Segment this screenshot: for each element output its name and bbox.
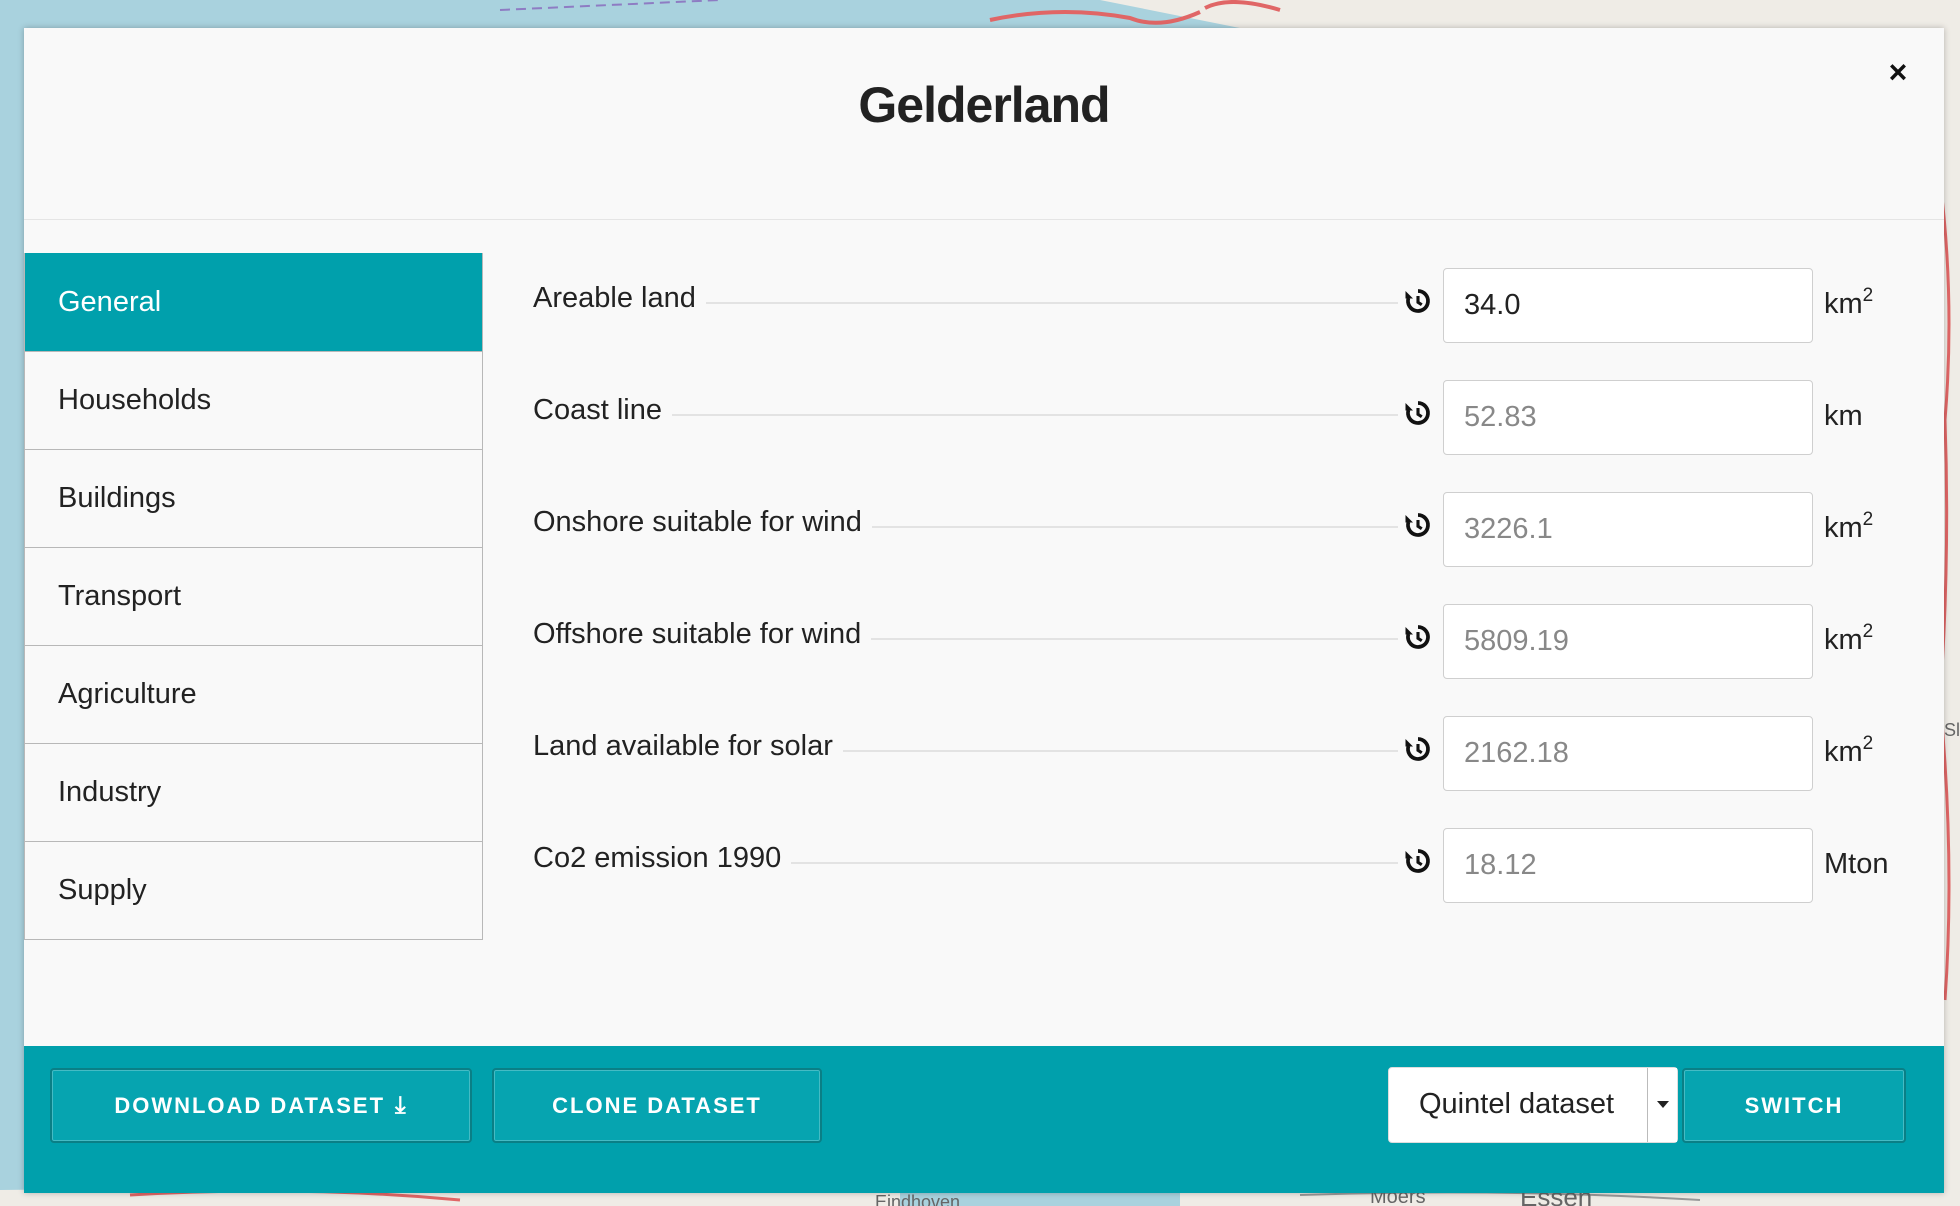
- field-label: Coast line: [533, 394, 672, 427]
- clone-dataset-button[interactable]: CLONE DATASET: [492, 1068, 822, 1143]
- caret-down-icon[interactable]: [1647, 1068, 1677, 1142]
- field-unit: Mton: [1824, 848, 1889, 880]
- sidebar-item-buildings[interactable]: Buildings: [25, 449, 482, 547]
- field-label: Areable land: [533, 282, 706, 315]
- field-unit: km: [1824, 400, 1863, 432]
- field-unit: km2: [1824, 621, 1874, 656]
- modal-footer: DOWNLOAD DATASET ⤓ CLONE DATASET Quintel …: [24, 1046, 1944, 1193]
- areable-land-input[interactable]: [1443, 268, 1813, 343]
- field-unit: km2: [1824, 733, 1874, 768]
- reset-icon[interactable]: [1403, 734, 1433, 764]
- field-list: Areable land km2 Coast line km Onshore s…: [533, 268, 1913, 940]
- sidebar-item-transport[interactable]: Transport: [25, 547, 482, 645]
- field-label: Offshore suitable for wind: [533, 618, 872, 651]
- reset-icon[interactable]: [1403, 622, 1433, 652]
- sidebar-item-agriculture[interactable]: Agriculture: [25, 645, 482, 743]
- sidebar-item-households[interactable]: Households: [25, 351, 482, 449]
- field-label: Onshore suitable for wind: [533, 506, 872, 539]
- field-unit: km2: [1824, 285, 1874, 320]
- sidebar-item-general[interactable]: General: [25, 253, 482, 351]
- download-icon: ⤓: [395, 1092, 408, 1119]
- map-label-eindhoven: Eindhoven: [875, 1192, 961, 1206]
- onshore-wind-input[interactable]: [1443, 492, 1813, 567]
- download-dataset-label: DOWNLOAD DATASET: [114, 1093, 386, 1118]
- field-row-offshore-wind: Offshore suitable for wind km2: [533, 604, 1913, 716]
- field-label: Land available for solar: [533, 730, 843, 763]
- field-row-onshore-wind: Onshore suitable for wind km2: [533, 492, 1913, 604]
- sidebar-item-supply[interactable]: Supply: [25, 841, 482, 939]
- reset-icon[interactable]: [1403, 510, 1433, 540]
- switch-button[interactable]: SWITCH: [1682, 1068, 1906, 1143]
- map-label-edge: Sl: [1944, 720, 1960, 740]
- offshore-wind-input[interactable]: [1443, 604, 1813, 679]
- field-row-areable-land: Areable land km2: [533, 268, 1913, 380]
- dataset-select[interactable]: Quintel dataset: [1388, 1067, 1678, 1143]
- field-row-solar-land: Land available for solar km2: [533, 716, 1913, 828]
- field-row-co2-emission: Co2 emission 1990 Mton: [533, 828, 1913, 940]
- close-button[interactable]: ×: [1880, 54, 1916, 90]
- co2-emission-input[interactable]: [1443, 828, 1813, 903]
- field-unit: km2: [1824, 509, 1874, 544]
- solar-land-input[interactable]: [1443, 716, 1813, 791]
- modal-header: Gelderland ×: [24, 28, 1944, 220]
- sidebar-item-industry[interactable]: Industry: [25, 743, 482, 841]
- download-dataset-button[interactable]: DOWNLOAD DATASET ⤓: [50, 1068, 472, 1143]
- category-sidebar: General Households Buildings Transport A…: [24, 253, 483, 940]
- modal-title: Gelderland: [858, 77, 1110, 133]
- dataset-select-value: Quintel dataset: [1419, 1088, 1615, 1120]
- coast-line-input[interactable]: [1443, 380, 1813, 455]
- reset-icon[interactable]: [1403, 398, 1433, 428]
- field-row-coast-line: Coast line km: [533, 380, 1913, 492]
- field-label: Co2 emission 1990: [533, 842, 792, 875]
- region-modal: Gelderland × General Households Building…: [24, 28, 1944, 1193]
- reset-icon[interactable]: [1403, 846, 1433, 876]
- reset-icon[interactable]: [1403, 286, 1433, 316]
